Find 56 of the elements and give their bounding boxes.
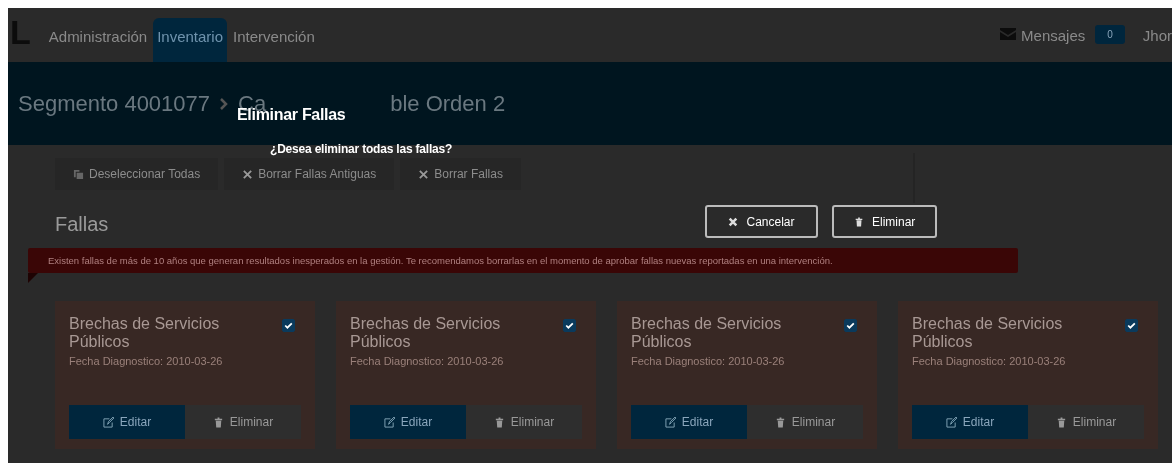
card-checkbox[interactable] [282, 319, 295, 332]
close-icon [418, 168, 430, 180]
delete-button[interactable]: Eliminar [466, 405, 582, 439]
toolbar-button[interactable]: Borrar Fallas Antiguas [224, 158, 395, 190]
edit-button[interactable]: Editar [69, 405, 185, 439]
toolbar-button[interactable]: Borrar Fallas [400, 158, 521, 190]
card-title: Brechas de Servicios Públicos [350, 315, 502, 352]
copy-icon [73, 168, 84, 180]
nav-tab[interactable]: Intervención [229, 18, 319, 62]
card-title: Brechas de Servicios Públicos [631, 315, 783, 352]
delete-button[interactable]: Eliminar [1028, 405, 1144, 439]
envelope-icon [1000, 28, 1017, 40]
toolbar-button[interactable]: Deseleccionar Todas [55, 158, 219, 190]
user-menu[interactable]: Jhor [1142, 27, 1172, 44]
close-icon [242, 168, 254, 180]
messages-link[interactable]: Mensajes [1021, 27, 1086, 44]
trash-icon [212, 416, 224, 428]
check-icon [1126, 320, 1137, 331]
nav-tab[interactable]: Administración [44, 18, 152, 62]
card-date: Fecha Diagnostico: 2010-03-26 [912, 354, 1067, 367]
delete-button[interactable]: Eliminar [747, 405, 863, 439]
card-date: Fecha Diagnostico: 2010-03-26 [631, 354, 786, 367]
trash-icon [774, 416, 786, 428]
check-icon [564, 320, 575, 331]
edit-button[interactable]: Editar [631, 405, 747, 439]
edit-icon [945, 416, 957, 428]
breadcrumb-segment[interactable]: Segmento 4001077 [18, 90, 211, 117]
edit-icon [102, 416, 114, 428]
edit-icon [664, 416, 676, 428]
delete-button[interactable]: Eliminar [832, 205, 938, 238]
edit-icon [383, 416, 395, 428]
card-date: Fecha Diagnostico: 2010-03-26 [69, 354, 224, 367]
breadcrumb-current: ble Orden 2 [390, 90, 506, 117]
chevron-icon [220, 97, 229, 110]
close-icon [728, 216, 739, 227]
edit-button[interactable]: Editar [350, 405, 466, 439]
card-title: Brechas de Servicios Públicos [912, 315, 1064, 352]
banner-fold [28, 273, 38, 283]
alert-banner: Existen fallas de más de 10 años que generan resultados inesperados en la gestión. Te recomendamos borrarlas en el momento de aprobar fallas nuevas reportadas en una intervención. [28, 248, 1018, 273]
check-icon [283, 320, 294, 331]
card-checkbox[interactable] [563, 319, 576, 332]
check-icon [845, 320, 856, 331]
card-checkbox[interactable] [1125, 319, 1138, 332]
card-title: Brechas de Servicios Públicos [69, 315, 221, 352]
trash-icon [854, 216, 864, 227]
card-checkbox[interactable] [844, 319, 857, 332]
delete-button[interactable]: Eliminar [185, 405, 301, 439]
cancel-button[interactable]: Cancelar [705, 205, 818, 238]
message-count: 0 [1095, 25, 1125, 44]
card-date: Fecha Diagnostico: 2010-03-26 [350, 354, 505, 367]
section-title: Fallas [55, 213, 109, 236]
nav-tab[interactable]: Inventario [153, 18, 228, 62]
edit-button[interactable]: Editar [912, 405, 1028, 439]
trash-icon [1055, 416, 1067, 428]
dialog-message: ¿Desea eliminar todas las fallas? [270, 142, 453, 156]
trash-icon [493, 416, 505, 428]
